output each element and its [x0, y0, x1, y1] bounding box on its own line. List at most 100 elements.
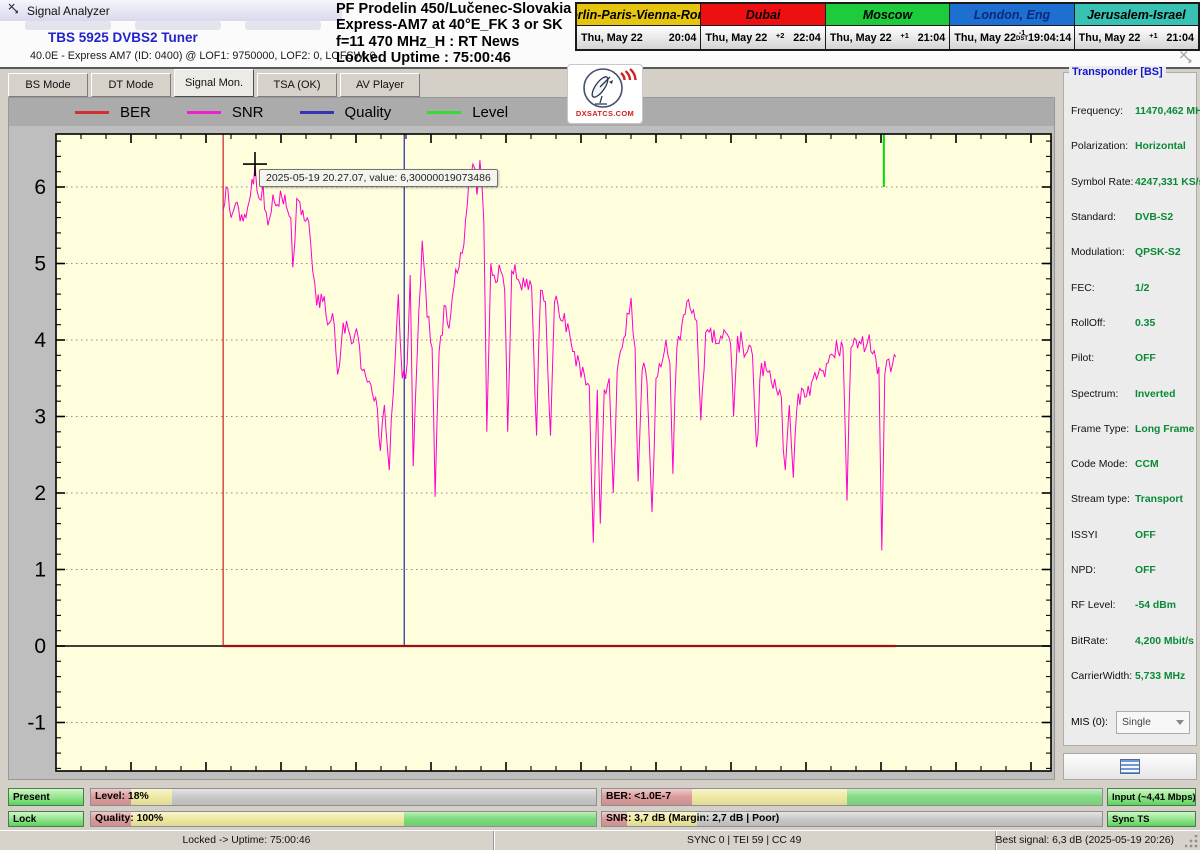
transponder-row-npd: NPD:OFF — [1071, 553, 1194, 588]
row-label: FEC: — [1071, 283, 1135, 294]
clock-moscow: MoscowThu, May 22+121:04 — [825, 4, 949, 49]
clock-date: Thu, May 22 — [705, 32, 767, 44]
row-label: Standard: — [1071, 212, 1135, 223]
legend-ber-swatch — [75, 111, 109, 114]
signal-chart[interactable]: -10123456 — [9, 126, 1056, 781]
legend-label: Level — [472, 104, 508, 121]
tab-av-player[interactable]: AV Player — [340, 73, 420, 97]
y-tick-label: 6 — [34, 176, 46, 199]
clock-london-eng: London, EngThu, May 22-1DST19:04:14 — [949, 4, 1073, 49]
bottom-statusbar: Locked -> Uptime: 75:00:46SYNC 0 | TEI 5… — [0, 830, 1200, 850]
legend-snr-swatch — [187, 111, 221, 114]
station-header-line: PF Prodelin 450/Lučenec-Slovakia — [336, 1, 571, 17]
row-label: BitRate: — [1071, 636, 1135, 647]
clock-utc-offset: +1 — [892, 33, 918, 39]
clock-city-label: Jerusalem-Israel — [1075, 4, 1198, 26]
transponder-row-spectrum: Spectrum:Inverted — [1071, 376, 1194, 411]
status-badge-present: Present — [8, 788, 84, 806]
antenna-watermark-icon — [1178, 49, 1194, 70]
transponder-row-frequency: Frequency:11470,462 MHz — [1071, 94, 1194, 129]
transponder-row-symbol-rate: Symbol Rate:4247,331 KS/s — [1071, 165, 1194, 200]
bar-label: Quality: 100% — [91, 812, 596, 826]
clock-city-label: Moscow — [826, 4, 949, 26]
transponder-row-issyi: ISSYIOFF — [1071, 518, 1194, 553]
row-label: CarrierWidth: — [1071, 671, 1135, 682]
y-tick-label: 0 — [34, 635, 46, 658]
legend-label: SNR — [232, 104, 264, 121]
clock-berlin-paris-vienna-roma: Berlin-Paris-Vienna-RomaThu, May 2220:04 — [577, 4, 700, 49]
save-icon — [1120, 759, 1140, 774]
row-value: Long Frame — [1135, 424, 1194, 435]
y-tick-label: 2 — [34, 482, 46, 505]
transponder-row-stream-type: Stream type:Transport — [1071, 482, 1194, 517]
dxsatcs-logo: DXSATCS.COM — [567, 64, 643, 124]
mis-selected-value: Single — [1122, 717, 1151, 728]
progress-bar-snr: SNR: 3,7 dB (Margin: 2,7 dB | Poor) — [601, 811, 1103, 827]
clock-dubai: DubaiThu, May 22+222:04 — [700, 4, 824, 49]
tab-dt-mode[interactable]: DT Mode — [91, 73, 171, 97]
chart-tooltip: 2025-05-19 20.27.07, value: 6,3000001907… — [259, 169, 498, 187]
legend-item-quality: Quality — [300, 104, 392, 121]
row-value: 4247,331 KS/s — [1135, 177, 1200, 188]
row-label: RF Level: — [1071, 600, 1135, 611]
transponder-row-carrierwidth: CarrierWidth:5,733 MHz — [1071, 659, 1194, 694]
chevron-down-icon — [1176, 720, 1184, 725]
row-label: ISSYI — [1071, 530, 1135, 541]
clock-time-row: Thu, May 22+222:04 — [701, 26, 824, 49]
transponder-row-frame-type: Frame Type:Long Frame — [1071, 412, 1194, 447]
legend-item-snr: SNR — [187, 104, 264, 121]
y-tick-label: -1 — [27, 712, 46, 735]
row-label: RollOff: — [1071, 318, 1135, 329]
save-button[interactable] — [1063, 753, 1197, 780]
y-tick-label: 1 — [34, 559, 46, 582]
legend-item-level: Level — [427, 104, 508, 121]
clock-date: Thu, May 22 — [581, 32, 643, 44]
bar-label: BER: <1.0E-7 — [602, 789, 1102, 805]
station-header-line: Express-AM7 at 40°E_FK 3 or SK — [336, 17, 571, 33]
row-value: 5,733 MHz — [1135, 671, 1185, 682]
mode-tabs: BS ModeDT ModeSignal Mon.TSA (OK)AV Play… — [8, 71, 420, 97]
transponder-row-standard: Standard:DVB-S2 — [1071, 200, 1194, 235]
toolbar-ghost — [135, 21, 221, 30]
toolbar-ghost — [25, 21, 111, 30]
signal-analyzer-window: Signal Analyzer TBS 5925 DVBS2 Tuner 40.… — [0, 0, 1200, 850]
clock-time: 21:04 — [918, 32, 946, 44]
tab-tsa-ok[interactable]: TSA (OK) — [257, 73, 337, 97]
progress-bar-level: Level: 18% — [90, 788, 597, 806]
row-label: Symbol Rate: — [1071, 177, 1135, 188]
clock-utc-offset: +2 — [767, 33, 793, 39]
window-title: Signal Analyzer — [27, 4, 110, 18]
station-header: PF Prodelin 450/Lučenec-SlovakiaExpress-… — [336, 1, 571, 66]
sidebar-title: Transponder [BS] — [1069, 66, 1166, 78]
transponder-row-fec: FEC:1/2 — [1071, 270, 1194, 305]
transponder-rows: Frequency:11470,462 MHzPolarization:Hori… — [1071, 94, 1194, 694]
chart-legend: BER SNR Quality Level — [9, 98, 1054, 126]
transponder-row-rf-level: RF Level:-54 dBm — [1071, 588, 1194, 623]
station-header-line: Locked Uptime : 75:00:46 — [336, 50, 571, 66]
y-tick-label: 5 — [34, 253, 46, 276]
row-label: NPD: — [1071, 565, 1135, 576]
clock-time: 20:04 — [669, 32, 697, 44]
row-label: Code Mode: — [1071, 459, 1135, 470]
row-value: OFF — [1135, 530, 1156, 541]
clock-time-row: Thu, May 22-1DST19:04:14 — [950, 26, 1073, 49]
transponder-row-code-mode: Code Mode:CCM — [1071, 447, 1194, 482]
resize-grip[interactable] — [1185, 835, 1199, 849]
mis-row: MIS (0): Single — [1071, 705, 1190, 740]
row-label: Modulation: — [1071, 247, 1135, 258]
antenna-app-icon — [7, 2, 20, 20]
legend-label: BER — [120, 104, 151, 121]
row-value: 0.35 — [1135, 318, 1155, 329]
row-value: 1/2 — [1135, 283, 1149, 294]
legend-label: Quality — [345, 104, 392, 121]
tuner-details: 40.0E - Express AM7 (ID: 0400) @ LOF1: 9… — [30, 50, 376, 62]
y-tick-label: 4 — [34, 329, 46, 352]
mis-select[interactable]: Single — [1116, 711, 1190, 734]
row-value: Inverted — [1135, 389, 1175, 400]
legend-quality-swatch — [300, 111, 334, 114]
tab-bs-mode[interactable]: BS Mode — [8, 73, 88, 97]
tab-signal-mon[interactable]: Signal Mon. — [174, 69, 254, 97]
row-value: OFF — [1135, 565, 1156, 576]
satellite-dish-icon — [569, 65, 641, 111]
legend-level-swatch — [427, 111, 461, 114]
